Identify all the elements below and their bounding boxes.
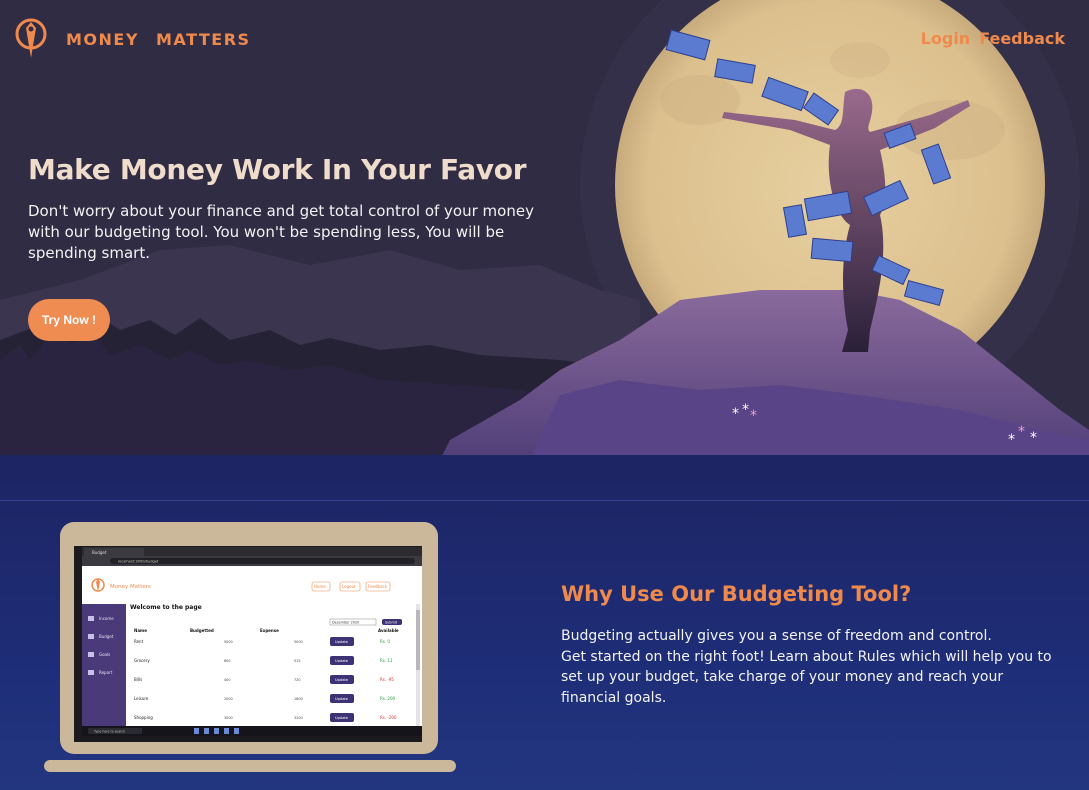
row-name: Leisure [134,696,149,701]
top-nav: Login Feedback [921,29,1065,48]
update-button-label: Update [335,678,349,682]
try-now-button[interactable]: Try Now ! [28,299,110,341]
svg-text:*: * [732,406,739,422]
row-available: Rs. -200 [380,715,397,720]
logo-icon [15,18,47,58]
hero-section: * * * * * * MONEY MATTERS Login Feedback Mak… [0,0,1089,500]
why-description: Budgeting actually gives you a sense of … [561,626,1061,708]
goals-icon [88,652,94,657]
app-nav-feedback[interactable]: Feedback [368,584,388,589]
brand-logo[interactable]: MONEY MATTERS [14,18,251,60]
welcome-heading: Welcome to the page [130,604,202,611]
row-budget: 3000 [224,716,233,720]
sidebar-income[interactable]: Income [99,616,114,621]
row-available: Rs. -95 [380,677,394,682]
row-available: Rs. 0 [380,639,390,644]
why-line-2: Get started on the right foot! Learn abo… [561,648,1052,706]
update-button-label: Update [335,716,349,720]
app-nav-home[interactable]: Home [314,584,326,589]
svg-text:*: * [750,408,757,424]
update-button-label: Update [335,697,349,701]
row-budget: 800 [224,659,230,663]
browser-tab[interactable]: Budget [92,550,107,555]
col-name: Name [134,628,147,633]
report-icon [88,670,94,675]
row-available: Rs. 11 [380,658,393,663]
row-name: Rent [134,639,144,644]
app-brand: Money Matters [110,584,151,590]
submit-button[interactable]: Submit [385,621,398,625]
svg-text:*: * [742,402,749,418]
sidebar-budget[interactable]: Budget [99,634,114,639]
hero-title: Make Money Work In Your Favor [28,153,527,186]
row-expense: 720 [294,678,300,682]
row-available: Rs. 200 [380,696,395,701]
row-expense: 515 [294,659,300,663]
update-button-label: Update [335,659,349,663]
row-name: Grocery [134,658,150,663]
row-budget: 400 [224,678,230,682]
row-name: Shopping [134,715,153,720]
app-nav-logout[interactable]: Logout [342,584,356,589]
income-icon [88,616,94,621]
update-button-label: Update [335,640,349,644]
col-available: Available [378,628,399,633]
month-select[interactable]: December 2020 [332,621,359,625]
feedback-link[interactable]: Feedback [979,29,1065,48]
address-bar[interactable]: localhost:3000/budget [118,560,159,564]
taskbar-search[interactable]: Type here to search [93,730,125,734]
why-line-1: Budgeting actually gives you a sense of … [561,628,992,644]
login-link[interactable]: Login [921,29,971,48]
row-expense: 5000 [294,640,303,644]
row-name: Bills [134,677,142,682]
sidebar-report[interactable]: Report [99,670,113,675]
why-title: Why Use Our Budgeting Tool? [561,582,912,606]
sidebar-goals[interactable]: Goals [99,652,110,657]
row-budget: 5000 [224,640,233,644]
brand-name: MONEY MATTERS [66,29,251,49]
row-expense: 3200 [294,716,303,720]
col-budgetted: Budgetted [190,628,214,633]
budget-icon [88,634,94,639]
laptop-mockup: Budget localhost:3000/budget Money Matte… [44,522,456,772]
section-divider [0,500,1089,501]
row-expense: 1800 [294,697,303,701]
svg-text:*: * [1030,430,1037,446]
row-budget: 2000 [224,697,233,701]
svg-text:*: * [1008,432,1015,448]
svg-text:*: * [1018,424,1025,440]
col-expense: Expense [260,628,279,633]
hero-description: Don't worry about your finance and get t… [28,202,534,262]
